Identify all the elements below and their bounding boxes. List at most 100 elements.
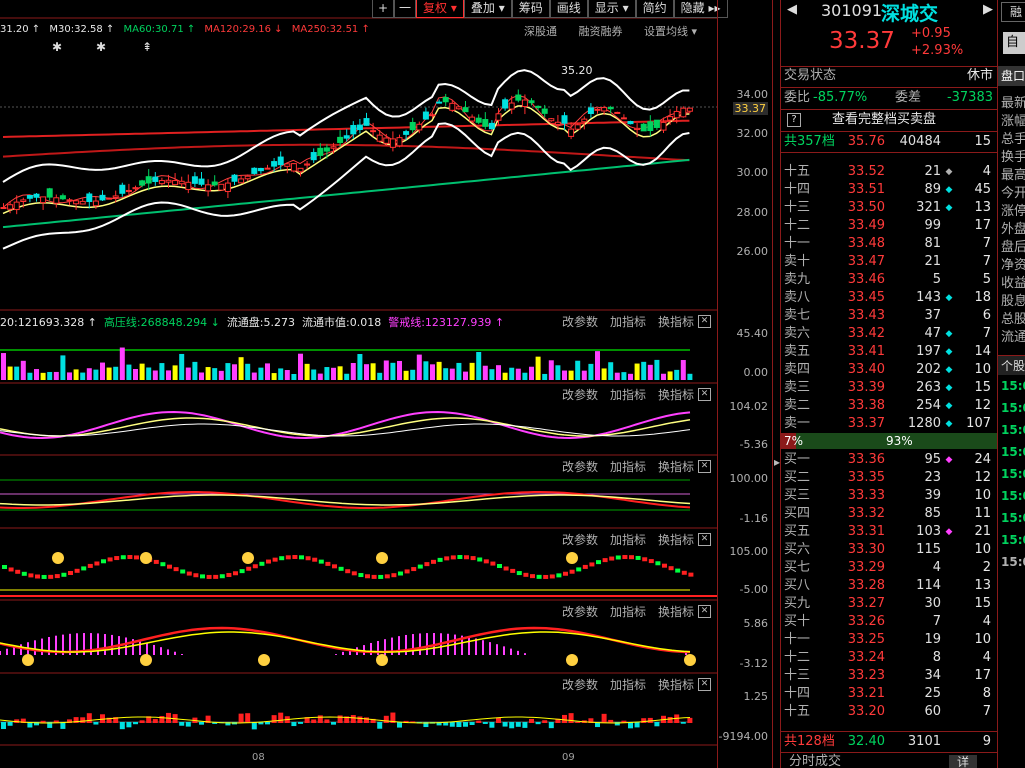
margin-tab[interactable]: 融 [1001,2,1025,22]
bid-row[interactable]: 买九 33.27 30 15 [781,595,997,613]
display-button[interactable]: 显示 ▾ [587,0,636,18]
fuquan-button[interactable]: 复权 ▾ [416,0,464,18]
ask-row[interactable]: 卖一 33.37 1280 ◆ 107 [781,415,997,433]
event-marker-icon[interactable]: ✱ [52,40,62,54]
simple-button[interactable]: 简约 [635,0,674,18]
volume-bar [423,361,429,380]
bid-row[interactable]: 买五 33.31 103 ◆ 21 [781,523,997,541]
overlay-button[interactable]: 叠加 ▾ [463,0,512,18]
signal-dot [285,555,291,560]
bid-row[interactable]: 买八 33.28 114 13 [781,577,997,595]
bid-row[interactable]: 十四 33.21 25 8 [781,685,997,703]
close-panel-icon[interactable]: ✕ [698,533,711,546]
tick-trades-row[interactable]: 分时成交 详 [781,753,997,768]
signal-dot [134,555,139,560]
add-indicator-button[interactable]: 加指标 [610,388,646,402]
chips-button[interactable]: 筹码 [511,0,550,18]
prev-stock-icon[interactable]: ◀ [787,2,797,17]
bid-row[interactable]: 十一 33.25 19 10 [781,631,997,649]
ask-row[interactable]: 十四 33.51 89 ◆ 45 [781,181,997,199]
ask-row[interactable]: 卖九 33.46 5 5 [781,271,997,289]
zoom-in-button[interactable]: + [372,0,394,18]
ask-row[interactable]: 卖五 33.41 197 ◆ 14 [781,343,997,361]
zoom-out-button[interactable]: 一 [394,0,416,18]
bid-row[interactable]: 买六 33.30 115 10 [781,541,997,559]
pankou-tab[interactable]: 盘口 [998,66,1025,86]
flow-bar [265,722,270,725]
ask-row[interactable]: 卖六 33.42 47 ◆ 7 [781,325,997,343]
bid-row[interactable]: 买二 33.35 23 12 [781,469,997,487]
draw-line-button[interactable]: 画线 [549,0,588,18]
kline-chart[interactable] [0,0,717,768]
bid-row[interactable]: 十三 33.23 34 17 [781,667,997,685]
modify-params-button[interactable]: 改参数 [562,605,598,619]
bid-order-count: 7 [982,704,991,719]
modify-params-button[interactable]: 改参数 [562,388,598,402]
signal-dot [127,555,133,560]
close-panel-icon[interactable]: ✕ [698,460,711,473]
ask-row[interactable]: 十三 33.50 321 ◆ 13 [781,199,997,217]
trade-time: 15:0 [1001,445,1025,459]
next-stock-icon[interactable]: ▶ [983,2,993,17]
bid-row[interactable]: 十五 33.20 60 7 [781,703,997,721]
panel-splitter[interactable]: ▸ [772,0,781,768]
smiley-icon [258,654,270,666]
detail-button[interactable]: 详 [949,755,977,768]
add-indicator-button[interactable]: 加指标 [610,678,646,692]
margin-trading-link[interactable]: 融资融券 [579,25,623,38]
ask-row[interactable]: 十五 33.52 21 ◆ 4 [781,163,997,181]
ask-row[interactable]: 卖三 33.39 263 ◆ 15 [781,379,997,397]
add-indicator-button[interactable]: 加指标 [610,533,646,547]
close-panel-icon[interactable]: ✕ [698,678,711,691]
add-indicator-button[interactable]: 加指标 [610,315,646,329]
switch-indicator-button[interactable]: 换指标 [658,605,694,619]
stock-tab[interactable]: 个股 [998,355,1025,375]
ask-row[interactable]: 卖八 33.45 143 ◆ 18 [781,289,997,307]
add-indicator-button[interactable]: 加指标 [610,460,646,474]
collapse-arrow-icon[interactable]: ▸ [774,455,780,469]
volume-bar [416,354,422,380]
close-panel-icon[interactable]: ✕ [698,605,711,618]
ask-row[interactable]: 十一 33.48 81 7 [781,235,997,253]
modify-params-button[interactable]: 改参数 [562,533,598,547]
bid-row[interactable]: 买十 33.26 7 4 [781,613,997,631]
candle-body [680,107,687,118]
modify-params-button[interactable]: 改参数 [562,315,598,329]
tick-trades-label[interactable]: 分时成交 [789,753,841,768]
flow-bar [489,722,495,728]
view-full-book-link[interactable]: 查看完整档买卖盘 [832,111,936,129]
ask-row[interactable]: 卖七 33.43 37 6 [781,307,997,325]
chart-area[interactable]: + 一 复权 ▾ 叠加 ▾ 筹码 画线 显示 ▾ 简约 隐藏 ▸▸ 31.20 … [0,0,728,768]
modify-params-button[interactable]: 改参数 [562,460,598,474]
modify-params-button[interactable]: 改参数 [562,678,598,692]
close-panel-icon[interactable]: ✕ [698,388,711,401]
event-marker-icon[interactable]: ⇞ [142,40,152,54]
bid-row[interactable]: 买一 33.36 95 ◆ 24 [781,451,997,469]
close-panel-icon[interactable]: ✕ [698,315,711,328]
signal-dot [292,555,298,560]
chevron-down-icon: ▾ [498,1,505,15]
bid-row[interactable]: 十二 33.24 8 4 [781,649,997,667]
switch-indicator-button[interactable]: 换指标 [658,678,694,692]
help-icon[interactable]: ? [787,113,801,127]
switch-indicator-button[interactable]: 换指标 [658,315,694,329]
bid-row[interactable]: 买三 33.33 39 10 [781,487,997,505]
ask-row[interactable]: 卖十 33.47 21 7 [781,253,997,271]
ask-row[interactable]: 卖四 33.40 202 ◆ 10 [781,361,997,379]
ma-settings-link[interactable]: 设置均线 ▾ [644,25,697,38]
view-full-book-row[interactable]: ? 查看完整档买卖盘 [781,111,997,129]
switch-indicator-button[interactable]: 换指标 [658,533,694,547]
hk-connect-link[interactable]: 深股通 [524,25,557,38]
event-marker-icon[interactable]: ✱ [96,40,106,54]
ma-first-label: 31.20 ↑ [0,24,41,35]
switch-indicator-button[interactable]: 换指标 [658,460,694,474]
ask-row[interactable]: 卖二 33.38 254 ◆ 12 [781,397,997,415]
bid-level-label: 买九 [784,596,811,611]
add-indicator-button[interactable]: 加指标 [610,605,646,619]
bid-row[interactable]: 买七 33.29 4 2 [781,559,997,577]
trade-time: 15:0 [1001,533,1025,547]
ask-row[interactable]: 十二 33.49 99 17 [781,217,997,235]
bid-row[interactable]: 买四 33.32 85 11 [781,505,997,523]
panel-buttons: 改参数 加指标 换指标 [562,603,706,620]
switch-indicator-button[interactable]: 换指标 [658,388,694,402]
